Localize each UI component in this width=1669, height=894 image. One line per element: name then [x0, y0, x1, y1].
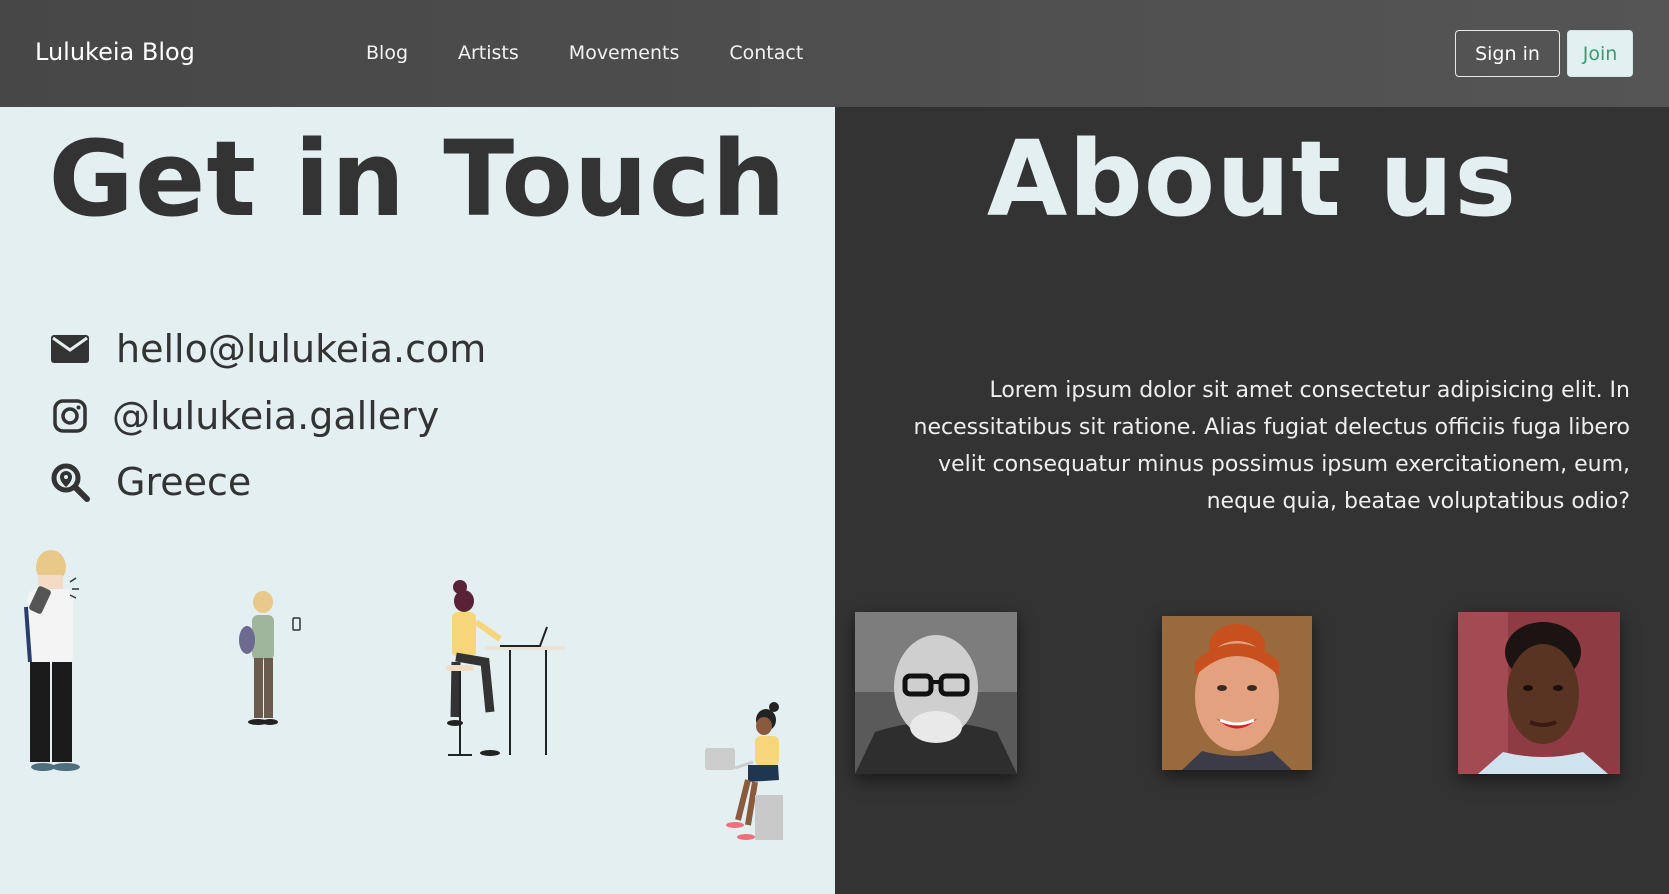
team-photo-woman-short-hair — [1458, 612, 1620, 774]
navbar: Lulukeia Blog Blog Artists Movements Con… — [0, 0, 1669, 107]
woman-on-stool-illustration — [705, 702, 783, 840]
envelope-icon — [48, 329, 92, 369]
email-text[interactable]: hello@lulukeia.com — [116, 327, 486, 371]
sign-in-button[interactable]: Sign in — [1455, 30, 1560, 77]
contact-heading: Get in Touch — [48, 118, 787, 240]
instagram-icon — [48, 396, 92, 436]
contact-instagram: @lulukeia.gallery — [48, 394, 439, 438]
team-photo-redhead-woman — [1162, 616, 1312, 770]
nav-link-contact[interactable]: Contact — [729, 42, 803, 64]
nav-link-artists[interactable]: Artists — [458, 42, 519, 64]
brand-logo[interactable]: Lulukeia Blog — [35, 38, 195, 66]
contact-location: Greece — [48, 460, 251, 504]
person-with-backpack-illustration — [239, 591, 301, 725]
instagram-text[interactable]: @lulukeia.gallery — [112, 394, 439, 438]
location-text: Greece — [116, 460, 252, 504]
location-search-icon — [48, 462, 92, 502]
join-button[interactable]: Join — [1567, 30, 1633, 77]
about-heading: About us — [986, 118, 1518, 240]
person-on-phone-illustration — [24, 550, 80, 771]
contact-email: hello@lulukeia.com — [48, 327, 486, 371]
woman-at-laptop-illustration — [446, 580, 565, 756]
nav-link-blog[interactable]: Blog — [366, 42, 408, 64]
about-section: About us Lorem ipsum dolor sit amet cons… — [835, 107, 1669, 894]
nav-link-movements[interactable]: Movements — [569, 42, 680, 64]
team-photo-bald-man — [855, 612, 1017, 774]
nav-links: Blog Artists Movements Contact — [366, 42, 853, 64]
contact-section: Get in Touch hello@lulukeia.com @lulukei… — [0, 107, 835, 894]
about-text: Lorem ipsum dolor sit amet consectetur a… — [913, 378, 1630, 514]
